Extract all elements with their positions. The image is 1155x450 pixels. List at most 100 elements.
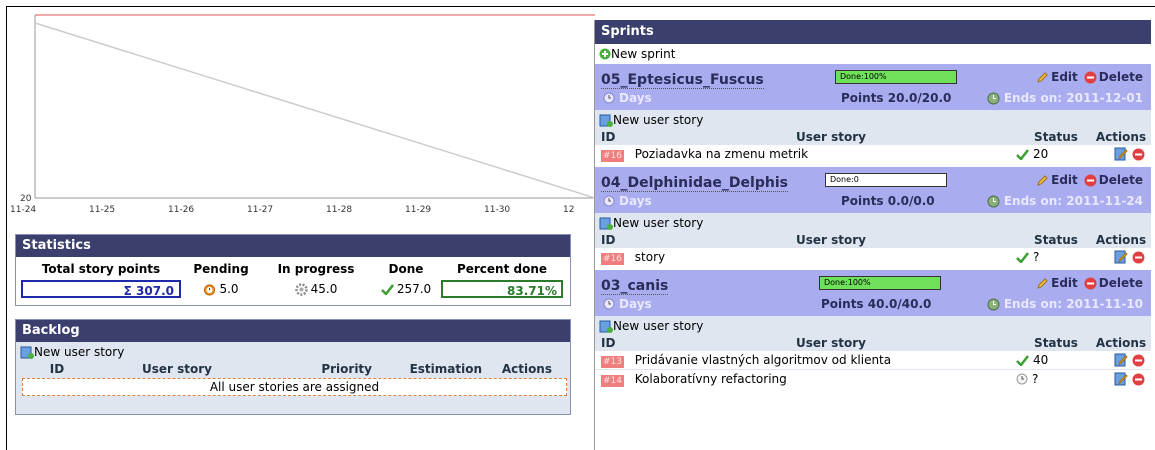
story-title[interactable]: Pridávanie vlastných algoritmov od klien… bbox=[631, 353, 1016, 367]
sprint-header-id: ID bbox=[601, 233, 616, 247]
in-progress-number: 45.0 bbox=[310, 282, 338, 296]
sprint-new-user-story-label: New user story bbox=[613, 216, 704, 230]
backlog-new-user-story-link[interactable]: New user story bbox=[16, 342, 570, 362]
sprint-progress-label: Done:0 bbox=[830, 175, 859, 184]
sprint-end-date: Ends on: 2011-11-24 bbox=[987, 194, 1143, 208]
gear-icon bbox=[294, 282, 308, 296]
sprint-days-link[interactable]: Days bbox=[603, 194, 652, 208]
clock-icon bbox=[603, 195, 615, 207]
done-number: 257.0 bbox=[396, 282, 432, 296]
sprint-days-link[interactable]: Days bbox=[603, 297, 652, 311]
x-tick-label: 11-30 bbox=[484, 205, 510, 215]
burndown-chart: 20 11-24 11-25 11-26 11-27 11-28 11-29 11-30 12 bbox=[10, 14, 595, 215]
sprint-days-label: Days bbox=[619, 194, 652, 208]
delete-story-icon[interactable] bbox=[1132, 251, 1145, 264]
delete-icon[interactable] bbox=[1084, 71, 1097, 84]
delete-story-icon[interactable] bbox=[1132, 148, 1145, 161]
sprint-name[interactable]: 03_canis bbox=[601, 278, 669, 295]
delete-icon[interactable] bbox=[1084, 174, 1097, 187]
story-actions bbox=[1085, 353, 1151, 367]
backlog-title: Backlog bbox=[16, 320, 570, 342]
sprint-header-id: ID bbox=[601, 130, 616, 144]
sprint-actions: Edit Delete bbox=[1036, 276, 1143, 290]
delete-icon[interactable] bbox=[1084, 277, 1097, 290]
story-status: ? bbox=[1016, 250, 1085, 264]
new-story-icon bbox=[599, 113, 613, 127]
story-id[interactable]: #13 bbox=[601, 355, 624, 368]
backlog-header-actions: Actions bbox=[501, 362, 552, 376]
edit-story-icon[interactable] bbox=[1114, 147, 1128, 161]
new-story-icon bbox=[599, 319, 613, 333]
sprint-card: 05_Eptesicus_Fuscus Done:100% Edit Delet… bbox=[595, 64, 1151, 163]
delete-story-icon[interactable] bbox=[1132, 354, 1145, 367]
edit-sprint-link[interactable]: Edit bbox=[1051, 276, 1078, 290]
story-row[interactable]: #13 Pridávanie vlastných algoritmov od k… bbox=[595, 350, 1151, 369]
sprint-days-link[interactable]: Days bbox=[603, 91, 652, 105]
backlog-empty-message: All user stories are assigned bbox=[22, 378, 567, 396]
delete-story-icon[interactable] bbox=[1132, 373, 1145, 386]
calendar-clock-icon bbox=[987, 195, 1000, 208]
sprint-new-user-story-link[interactable]: New user story bbox=[595, 316, 1151, 336]
new-story-icon bbox=[599, 216, 613, 230]
story-status: 40 bbox=[1016, 353, 1085, 367]
story-id[interactable]: #14 bbox=[601, 374, 624, 387]
sprint-new-user-story-link[interactable]: New user story bbox=[595, 213, 1151, 233]
sprint-end-date: Ends on: 2011-11-10 bbox=[987, 297, 1143, 311]
delete-sprint-link[interactable]: Delete bbox=[1099, 173, 1143, 187]
story-status-value: 20 bbox=[1032, 147, 1049, 161]
sprint-name[interactable]: 04_Delphinidae_Delphis bbox=[601, 175, 788, 192]
sprint-progress-bar: Done:0 bbox=[825, 173, 947, 187]
in-progress-value: 45.0 bbox=[261, 282, 371, 296]
sprint-points: Points 20.0/20.0 bbox=[841, 91, 952, 105]
edit-sprint-link[interactable]: Edit bbox=[1051, 70, 1078, 84]
sprint-end-label: Ends on: 2011-11-10 bbox=[1003, 297, 1143, 311]
story-status-value: ? bbox=[1031, 372, 1039, 386]
story-title[interactable]: story bbox=[631, 250, 1016, 264]
edit-story-icon[interactable] bbox=[1114, 372, 1128, 386]
sprint-table-header: ID User story Status Actions bbox=[595, 336, 1151, 350]
story-row[interactable]: #14 Kolaboratívny refactoring ? bbox=[595, 369, 1151, 388]
new-sprint-link[interactable]: New sprint bbox=[595, 44, 1151, 64]
header-total: Total story points bbox=[41, 262, 161, 276]
add-icon bbox=[599, 48, 611, 60]
sprint-header-id: ID bbox=[601, 336, 616, 350]
sprint-body: New user story ID User story Status Acti… bbox=[595, 110, 1151, 163]
check-icon bbox=[1016, 251, 1029, 263]
sprint-header-actions: Actions bbox=[1095, 130, 1147, 144]
pencil-icon[interactable] bbox=[1036, 174, 1049, 187]
story-status: ? bbox=[1016, 372, 1085, 386]
backlog-header-id: ID bbox=[49, 362, 65, 376]
sprint-new-user-story-label: New user story bbox=[613, 319, 704, 333]
sprint-card: 04_Delphinidae_Delphis Done:0 Edit Delet… bbox=[595, 167, 1151, 266]
sprint-table-header: ID User story Status Actions bbox=[595, 233, 1151, 247]
sprint-body: New user story ID User story Status Acti… bbox=[595, 213, 1151, 266]
sprint-header: 03_canis Done:100% Edit Delete Days Poin… bbox=[595, 270, 1151, 316]
backlog-panel: Backlog New user story ID User story Pri… bbox=[15, 319, 571, 415]
delete-sprint-link[interactable]: Delete bbox=[1099, 70, 1143, 84]
pencil-icon[interactable] bbox=[1036, 277, 1049, 290]
delete-sprint-link[interactable]: Delete bbox=[1099, 276, 1143, 290]
story-row[interactable]: #16 story ? bbox=[595, 247, 1151, 266]
story-row[interactable]: #16 Poziadavka na zmenu metrik 20 bbox=[595, 144, 1151, 163]
edit-story-icon[interactable] bbox=[1114, 353, 1128, 367]
percent-done-value: 83.71% bbox=[441, 280, 563, 298]
sprint-card: 03_canis Done:100% Edit Delete Days Poin… bbox=[595, 270, 1151, 388]
story-title[interactable]: Kolaboratívny refactoring bbox=[631, 372, 1016, 386]
backlog-header-row: ID User story Priority Estimation Action… bbox=[16, 362, 570, 378]
edit-story-icon[interactable] bbox=[1114, 250, 1128, 264]
story-title[interactable]: Poziadavka na zmenu metrik bbox=[631, 147, 1016, 161]
sprint-points: Points 40.0/40.0 bbox=[821, 297, 932, 311]
story-id[interactable]: #16 bbox=[601, 149, 624, 162]
sprint-header-user-story: User story bbox=[796, 130, 866, 144]
x-tick-label: 11-26 bbox=[168, 205, 194, 215]
edit-sprint-link[interactable]: Edit bbox=[1051, 173, 1078, 187]
sprint-new-user-story-link[interactable]: New user story bbox=[595, 110, 1151, 130]
backlog-header-estimation: Estimation bbox=[409, 362, 482, 376]
left-border bbox=[6, 6, 7, 450]
story-id[interactable]: #16 bbox=[601, 252, 624, 265]
sprint-header-user-story: User story bbox=[796, 336, 866, 350]
x-tick-label: 11-24 bbox=[10, 205, 36, 215]
sprint-name[interactable]: 05_Eptesicus_Fuscus bbox=[601, 72, 764, 89]
pencil-icon[interactable] bbox=[1036, 71, 1049, 84]
sprint-progress-label: Done:100% bbox=[840, 72, 887, 81]
